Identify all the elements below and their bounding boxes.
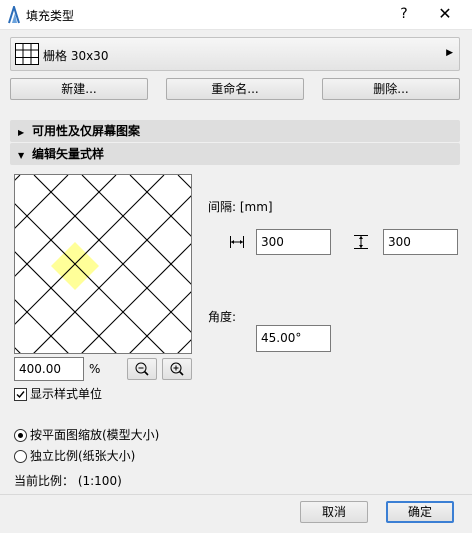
scale-plan-radio[interactable] bbox=[14, 429, 27, 442]
fill-type-selector[interactable]: 栅格 30x30 ▶ bbox=[10, 37, 460, 71]
triangle-down-icon: ▼ bbox=[18, 151, 25, 160]
show-units-option[interactable]: 显示样式单位 bbox=[14, 385, 102, 402]
vertical-spacing-icon bbox=[354, 235, 368, 249]
scale-paper-option[interactable]: 独立比例(纸张大小) bbox=[14, 447, 135, 464]
pattern-line bbox=[81, 175, 191, 285]
help-button[interactable]: ? bbox=[394, 4, 414, 24]
scale-plan-label: 按平面图缩放(模型大小) bbox=[30, 428, 160, 442]
title-bar: 填充类型 ? ✕ bbox=[0, 0, 472, 30]
scale-paper-radio[interactable] bbox=[14, 450, 27, 463]
show-units-checkbox[interactable] bbox=[14, 388, 27, 401]
pattern-preview[interactable] bbox=[14, 174, 192, 354]
close-button[interactable]: ✕ bbox=[434, 4, 456, 24]
pattern-line bbox=[177, 175, 191, 189]
cancel-button[interactable]: 取消 bbox=[300, 501, 368, 523]
section-edit-vector[interactable]: ▼ 编辑矢量式样 bbox=[10, 143, 460, 165]
section-availability-label: 可用性及仅屏幕图案 bbox=[32, 124, 141, 138]
current-scale-label: 当前比例： (1:100) bbox=[14, 474, 122, 488]
pattern-unit-highlight bbox=[51, 242, 99, 290]
pattern-preview-canvas bbox=[15, 175, 191, 353]
pattern-line bbox=[15, 175, 21, 181]
delete-button[interactable]: 删除... bbox=[322, 78, 460, 100]
zoom-in-icon bbox=[170, 362, 184, 376]
window-title: 填充类型 bbox=[26, 9, 75, 23]
horizontal-spacing-input[interactable]: 300 bbox=[256, 229, 331, 255]
angle-label: 角度: bbox=[208, 310, 237, 324]
chevron-right-icon: ▶ bbox=[446, 48, 453, 58]
scale-paper-label: 独立比例(纸张大小) bbox=[30, 449, 136, 463]
pattern-line bbox=[129, 175, 191, 237]
checkmark-icon bbox=[16, 391, 25, 399]
show-units-label: 显示样式单位 bbox=[30, 387, 103, 401]
pattern-line bbox=[129, 291, 191, 353]
fill-name: 栅格 30x30 bbox=[43, 49, 109, 63]
rename-button[interactable]: 重命名... bbox=[166, 78, 304, 100]
ok-button[interactable]: 确定 bbox=[386, 501, 454, 523]
grid-fill-icon bbox=[15, 43, 39, 65]
zoom-input[interactable]: 400.00 bbox=[14, 357, 84, 381]
zoom-out-button[interactable] bbox=[127, 358, 157, 380]
spacing-label: 间隔: [mm] bbox=[208, 200, 273, 214]
zoom-in-button[interactable] bbox=[162, 358, 192, 380]
section-availability[interactable]: ▶ 可用性及仅屏幕图案 bbox=[10, 120, 460, 142]
horizontal-spacing-icon bbox=[230, 236, 244, 248]
angle-input[interactable]: 45.00° bbox=[256, 325, 331, 352]
scale-plan-option[interactable]: 按平面图缩放(模型大小) bbox=[14, 426, 159, 443]
vertical-spacing-input[interactable]: 300 bbox=[383, 229, 458, 255]
divider bbox=[0, 494, 472, 495]
triangle-right-icon: ▶ bbox=[18, 128, 25, 137]
pattern-line bbox=[15, 347, 21, 353]
zoom-out-icon bbox=[135, 362, 149, 376]
archicad-icon bbox=[8, 6, 20, 24]
zoom-unit: % bbox=[89, 362, 101, 376]
section-edit-vector-label: 编辑矢量式样 bbox=[32, 147, 105, 161]
new-button[interactable]: 新建... bbox=[10, 78, 148, 100]
